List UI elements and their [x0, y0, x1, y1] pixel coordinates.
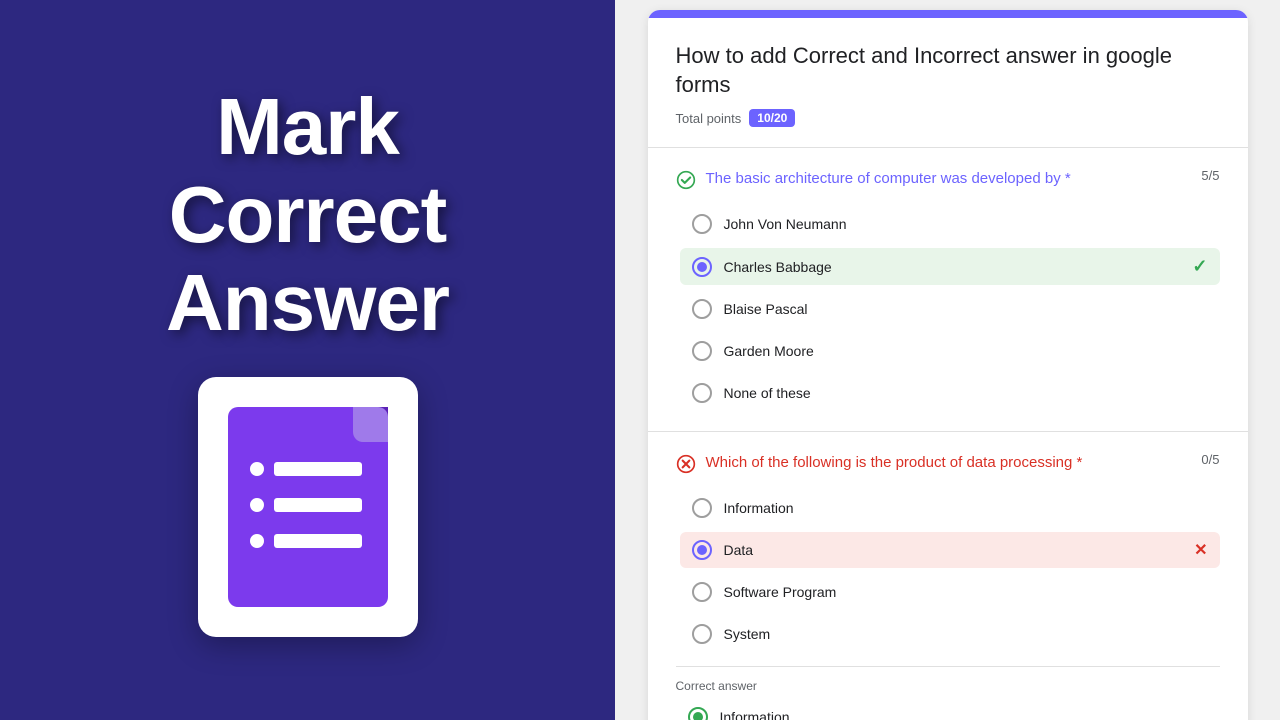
correct-answer-value: Information: [720, 709, 1208, 720]
radio-correct-inner: [693, 712, 703, 720]
radio-none: [692, 383, 712, 403]
forms-bar: [274, 462, 362, 476]
option-john[interactable]: John Von Neumann: [680, 206, 1220, 242]
title-line1: Mark: [216, 82, 399, 171]
option-none[interactable]: None of these: [680, 375, 1220, 411]
option-blaise-label: Blaise Pascal: [724, 301, 1208, 317]
correct-check-icon: ✓: [1192, 256, 1207, 277]
option-data[interactable]: Data ✕: [680, 532, 1220, 568]
right-panel: How to add Correct and Incorrect answer …: [615, 0, 1280, 720]
left-panel: Mark Correct Answer: [0, 0, 615, 720]
radio-blaise: [692, 299, 712, 319]
form-points-row: Total points 10/20: [676, 109, 1220, 127]
option-garden-label: Garden Moore: [724, 343, 1208, 359]
option-garden[interactable]: Garden Moore: [680, 333, 1220, 369]
radio-garden: [692, 341, 712, 361]
radio-data-inner: [697, 545, 707, 555]
x-circle-icon: [676, 454, 696, 474]
option-charles-label: Charles Babbage: [724, 259, 1181, 275]
question-1-left: The basic architecture of computer was d…: [676, 168, 1192, 190]
check-circle-icon: [676, 170, 696, 190]
option-none-label: None of these: [724, 385, 1208, 401]
forms-icon-corner: [353, 407, 388, 442]
option-charles[interactable]: Charles Babbage ✓: [680, 248, 1220, 285]
question-2-options: Information Data ✕ Software Program: [680, 490, 1220, 652]
title-line2: Correct: [169, 170, 447, 259]
radio-software: [692, 582, 712, 602]
question-2-score: 0/5: [1201, 452, 1219, 467]
correct-answer-label: Correct answer: [676, 679, 1220, 693]
points-badge: 10/20: [749, 109, 795, 127]
correct-option: Information: [676, 701, 1220, 720]
option-john-label: John Von Neumann: [724, 216, 1208, 232]
question-2-header: Which of the following is the product of…: [676, 452, 1220, 474]
option-software-label: Software Program: [724, 584, 1208, 600]
form-title: How to add Correct and Incorrect answer …: [676, 42, 1220, 99]
forms-icon: [228, 407, 388, 607]
question-1-header: The basic architecture of computer was d…: [676, 168, 1220, 190]
radio-system: [692, 624, 712, 644]
forms-dot: [250, 534, 264, 548]
option-system-label: System: [724, 626, 1208, 642]
question-1-section: The basic architecture of computer was d…: [648, 148, 1248, 432]
question-2-text: Which of the following is the product of…: [706, 452, 1083, 473]
option-information[interactable]: Information: [680, 490, 1220, 526]
forms-icon-wrapper: [198, 377, 418, 637]
option-software[interactable]: Software Program: [680, 574, 1220, 610]
option-information-label: Information: [724, 500, 1208, 516]
radio-data: [692, 540, 712, 560]
main-title: Mark Correct Answer: [166, 83, 449, 347]
radio-charles-inner: [697, 262, 707, 272]
radio-charles: [692, 257, 712, 277]
question-2-section: Which of the following is the product of…: [648, 432, 1248, 720]
option-data-label: Data: [724, 542, 1183, 558]
forms-dot: [250, 498, 264, 512]
forms-lines: [250, 462, 362, 548]
question-2-left: Which of the following is the product of…: [676, 452, 1192, 474]
radio-john: [692, 214, 712, 234]
forms-line-2: [250, 498, 362, 512]
forms-line-3: [250, 534, 362, 548]
option-blaise[interactable]: Blaise Pascal: [680, 291, 1220, 327]
option-system[interactable]: System: [680, 616, 1220, 652]
forms-dot: [250, 462, 264, 476]
forms-bar: [274, 534, 362, 548]
form-header: How to add Correct and Incorrect answer …: [648, 10, 1248, 148]
forms-bar: [274, 498, 362, 512]
incorrect-x-icon: ✕: [1194, 540, 1207, 560]
correct-answer-section: Correct answer Information: [676, 666, 1220, 720]
radio-correct-answer: [688, 707, 708, 720]
question-1-options: John Von Neumann Charles Babbage ✓ Blais…: [680, 206, 1220, 411]
forms-line-1: [250, 462, 362, 476]
title-line3: Answer: [166, 258, 449, 347]
question-1-score: 5/5: [1201, 168, 1219, 183]
radio-information: [692, 498, 712, 518]
points-label: Total points: [676, 111, 742, 126]
form-card: How to add Correct and Incorrect answer …: [648, 10, 1248, 720]
question-1-text: The basic architecture of computer was d…: [706, 168, 1071, 189]
